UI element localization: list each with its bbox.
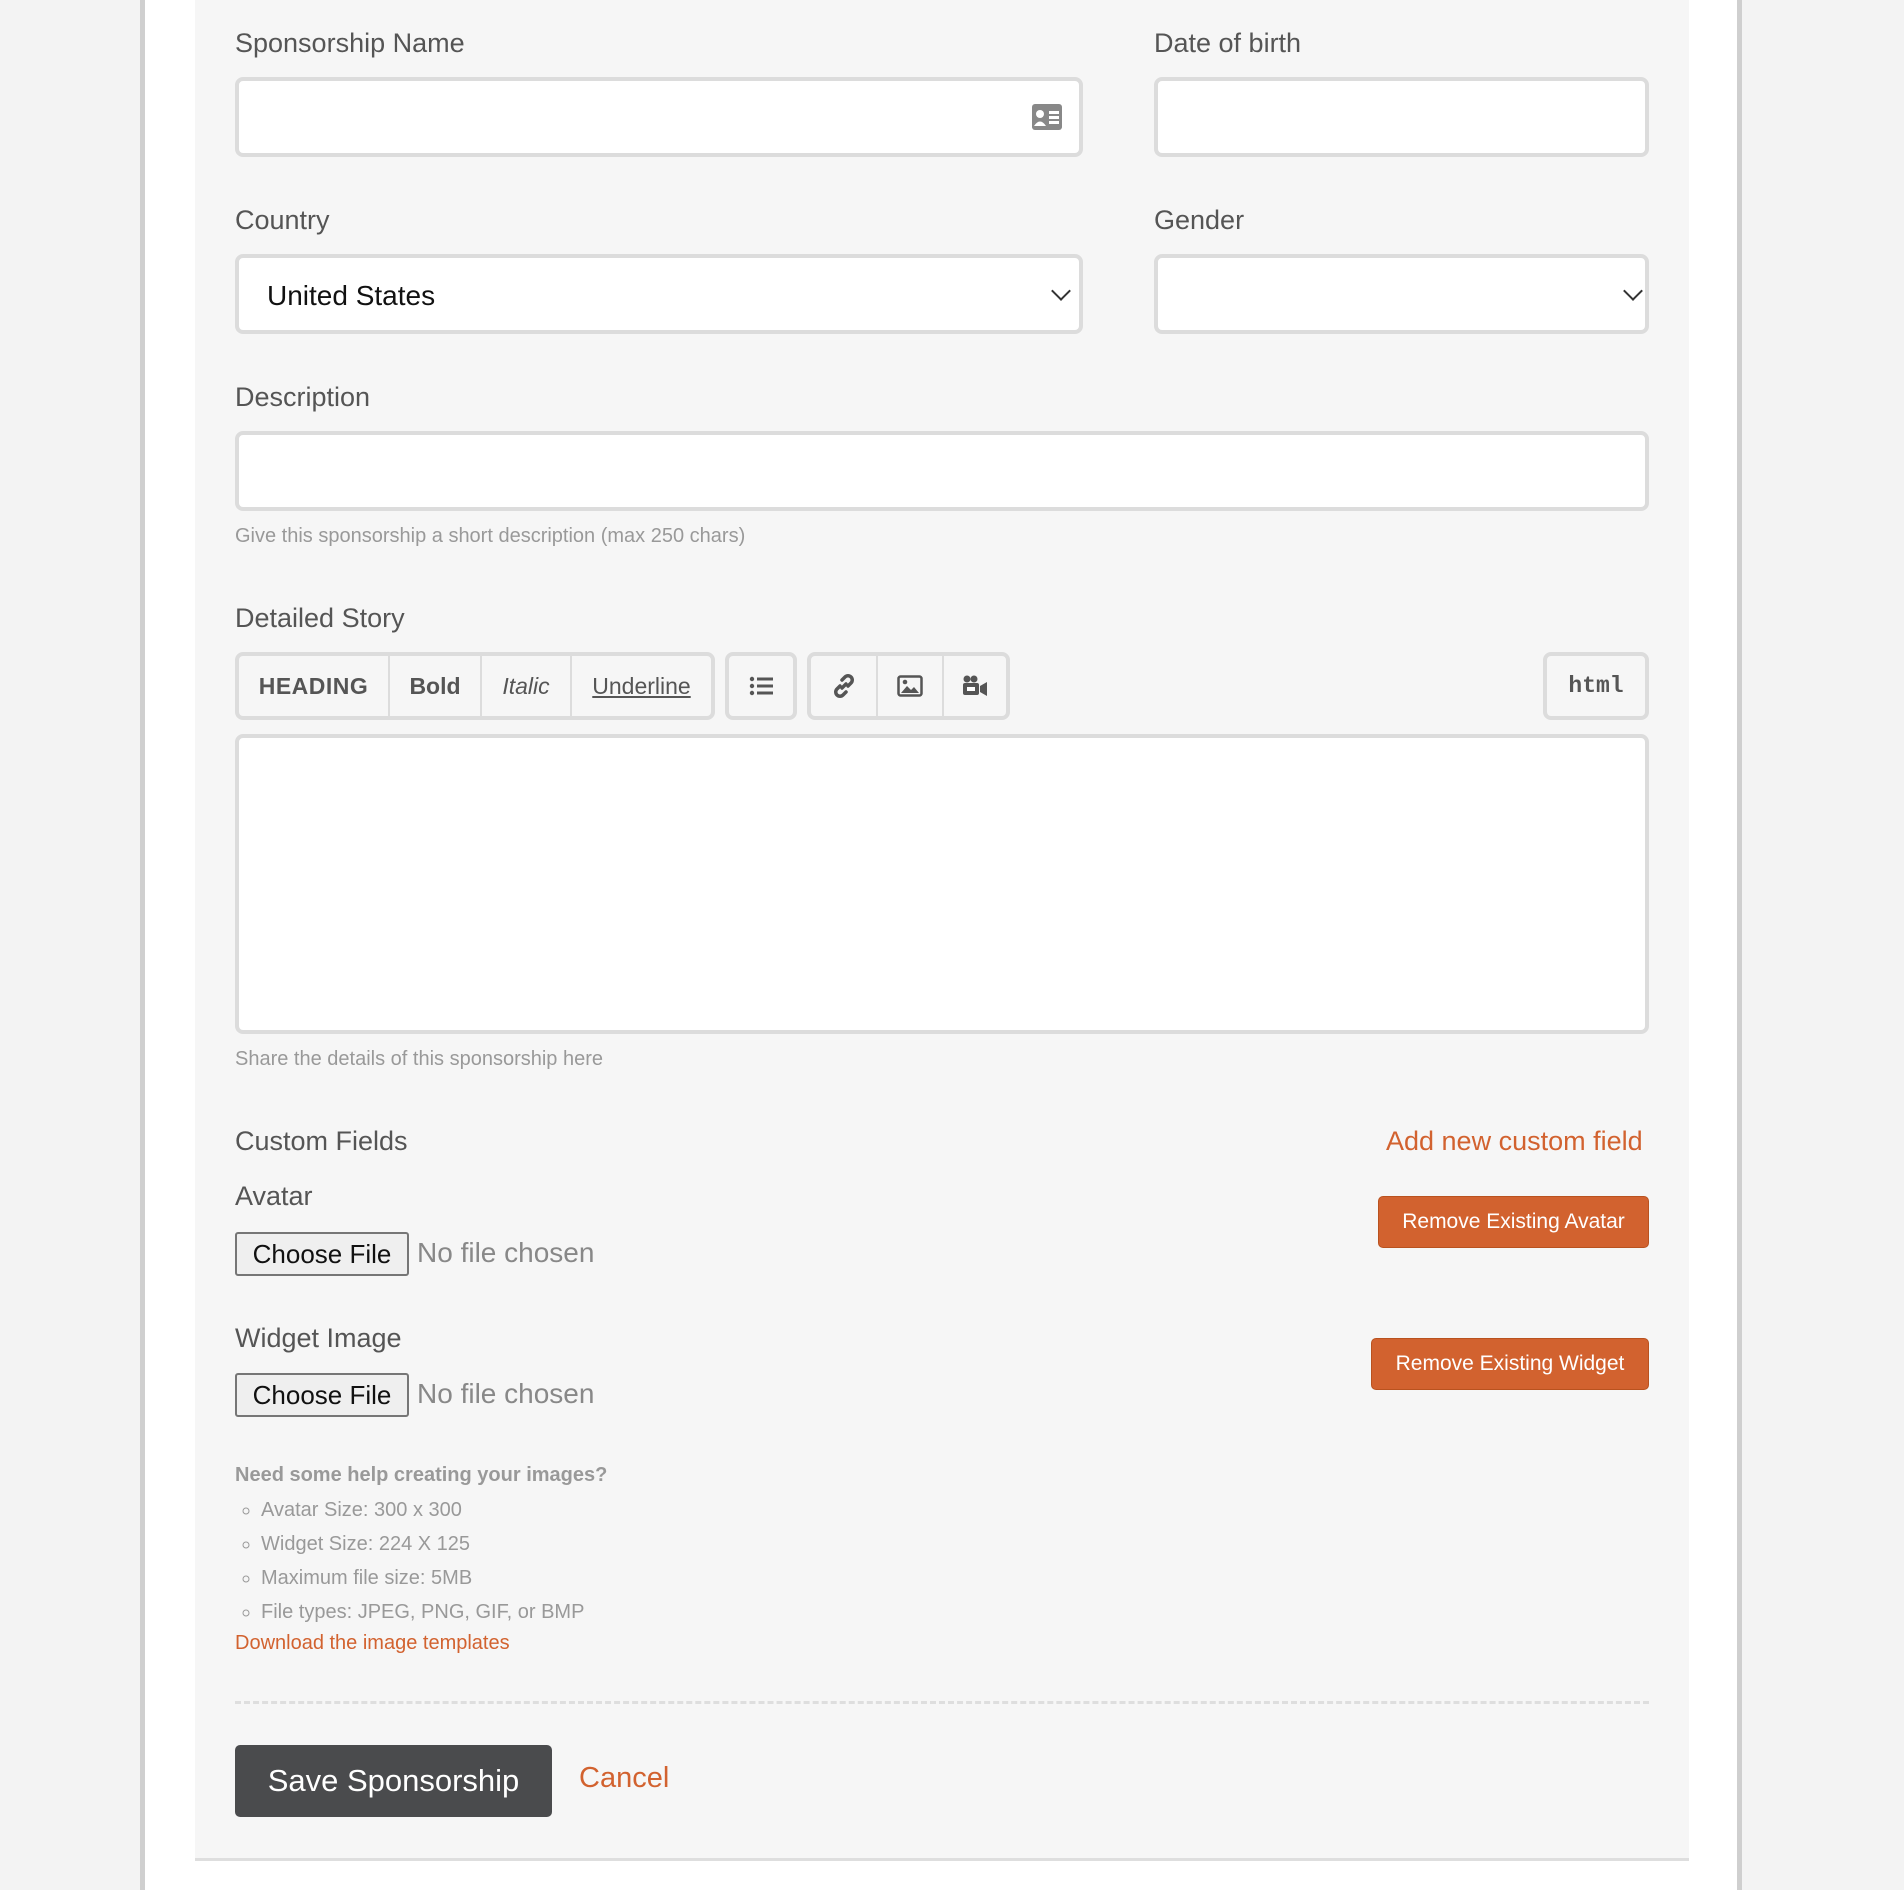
save-sponsorship-button[interactable]: Save Sponsorship xyxy=(235,1745,552,1817)
story-help-text: Share the details of this sponsorship he… xyxy=(235,1048,603,1070)
insert-image-button[interactable] xyxy=(878,656,944,716)
gender-label: Gender xyxy=(1154,205,1245,235)
add-custom-field-link[interactable]: Add new custom field xyxy=(1386,1126,1643,1157)
html-mode-button[interactable]: html xyxy=(1547,656,1645,716)
date-of-birth-label: Date of birth xyxy=(1154,28,1302,58)
section-divider xyxy=(235,1701,1649,1704)
avatar-file-status: No file chosen xyxy=(417,1237,595,1268)
list-item: File types: JPEG, PNG, GIF, or BMP xyxy=(261,1595,584,1629)
media-toolbar xyxy=(807,652,1010,720)
image-icon xyxy=(897,675,923,697)
country-select[interactable]: United States xyxy=(235,254,1083,334)
image-help-title: Need some help creating your images? xyxy=(235,1464,608,1486)
html-toolbar: html xyxy=(1543,652,1649,720)
description-label: Description xyxy=(235,382,371,412)
description-input[interactable] xyxy=(235,431,1649,511)
bold-button[interactable]: Bold xyxy=(390,656,482,716)
insert-link-button[interactable] xyxy=(811,656,878,716)
custom-fields-title: Custom Fields xyxy=(235,1126,408,1156)
country-label: Country xyxy=(235,205,330,235)
story-editor[interactable] xyxy=(235,734,1649,1034)
remove-widget-button[interactable]: Remove Existing Widget xyxy=(1371,1338,1649,1390)
list-toolbar xyxy=(725,652,797,720)
description-help-text: Give this sponsorship a short descriptio… xyxy=(235,525,746,547)
date-of-birth-input[interactable] xyxy=(1154,77,1649,157)
italic-button[interactable]: Italic xyxy=(482,656,572,716)
bulleted-list-button[interactable] xyxy=(729,656,793,716)
heading-button[interactable]: HEADING xyxy=(239,656,390,716)
widget-file-status: No file chosen xyxy=(417,1378,595,1409)
remove-avatar-button[interactable]: Remove Existing Avatar xyxy=(1378,1196,1649,1248)
link-icon xyxy=(833,674,854,698)
video-icon xyxy=(963,675,987,696)
chevron-down-icon xyxy=(1051,281,1071,301)
avatar-label: Avatar xyxy=(235,1181,313,1211)
widget-choose-file-button[interactable]: Choose File xyxy=(235,1373,409,1417)
list-icon xyxy=(749,676,773,696)
sponsorship-name-input[interactable] xyxy=(235,77,1083,157)
insert-video-button[interactable] xyxy=(944,656,1006,716)
cancel-link[interactable]: Cancel xyxy=(579,1762,669,1795)
text-format-toolbar: HEADING Bold Italic Underline xyxy=(235,652,715,720)
list-item: Widget Size: 224 X 125 xyxy=(261,1527,584,1561)
download-templates-link[interactable]: Download the image templates xyxy=(235,1632,510,1655)
underline-button[interactable]: Underline xyxy=(572,656,711,716)
detailed-story-label: Detailed Story xyxy=(235,603,405,633)
image-help-list: Avatar Size: 300 x 300 Widget Size: 224 … xyxy=(235,1493,584,1629)
gender-select[interactable] xyxy=(1154,254,1649,334)
sponsorship-name-label: Sponsorship Name xyxy=(235,28,465,58)
widget-image-label: Widget Image xyxy=(235,1323,402,1353)
list-item: Avatar Size: 300 x 300 xyxy=(261,1493,584,1527)
contact-card-icon xyxy=(1032,104,1062,130)
country-selected-value: United States xyxy=(267,280,436,311)
avatar-choose-file-button[interactable]: Choose File xyxy=(235,1232,409,1276)
chevron-down-icon xyxy=(1623,281,1643,301)
list-item: Maximum file size: 5MB xyxy=(261,1561,584,1595)
